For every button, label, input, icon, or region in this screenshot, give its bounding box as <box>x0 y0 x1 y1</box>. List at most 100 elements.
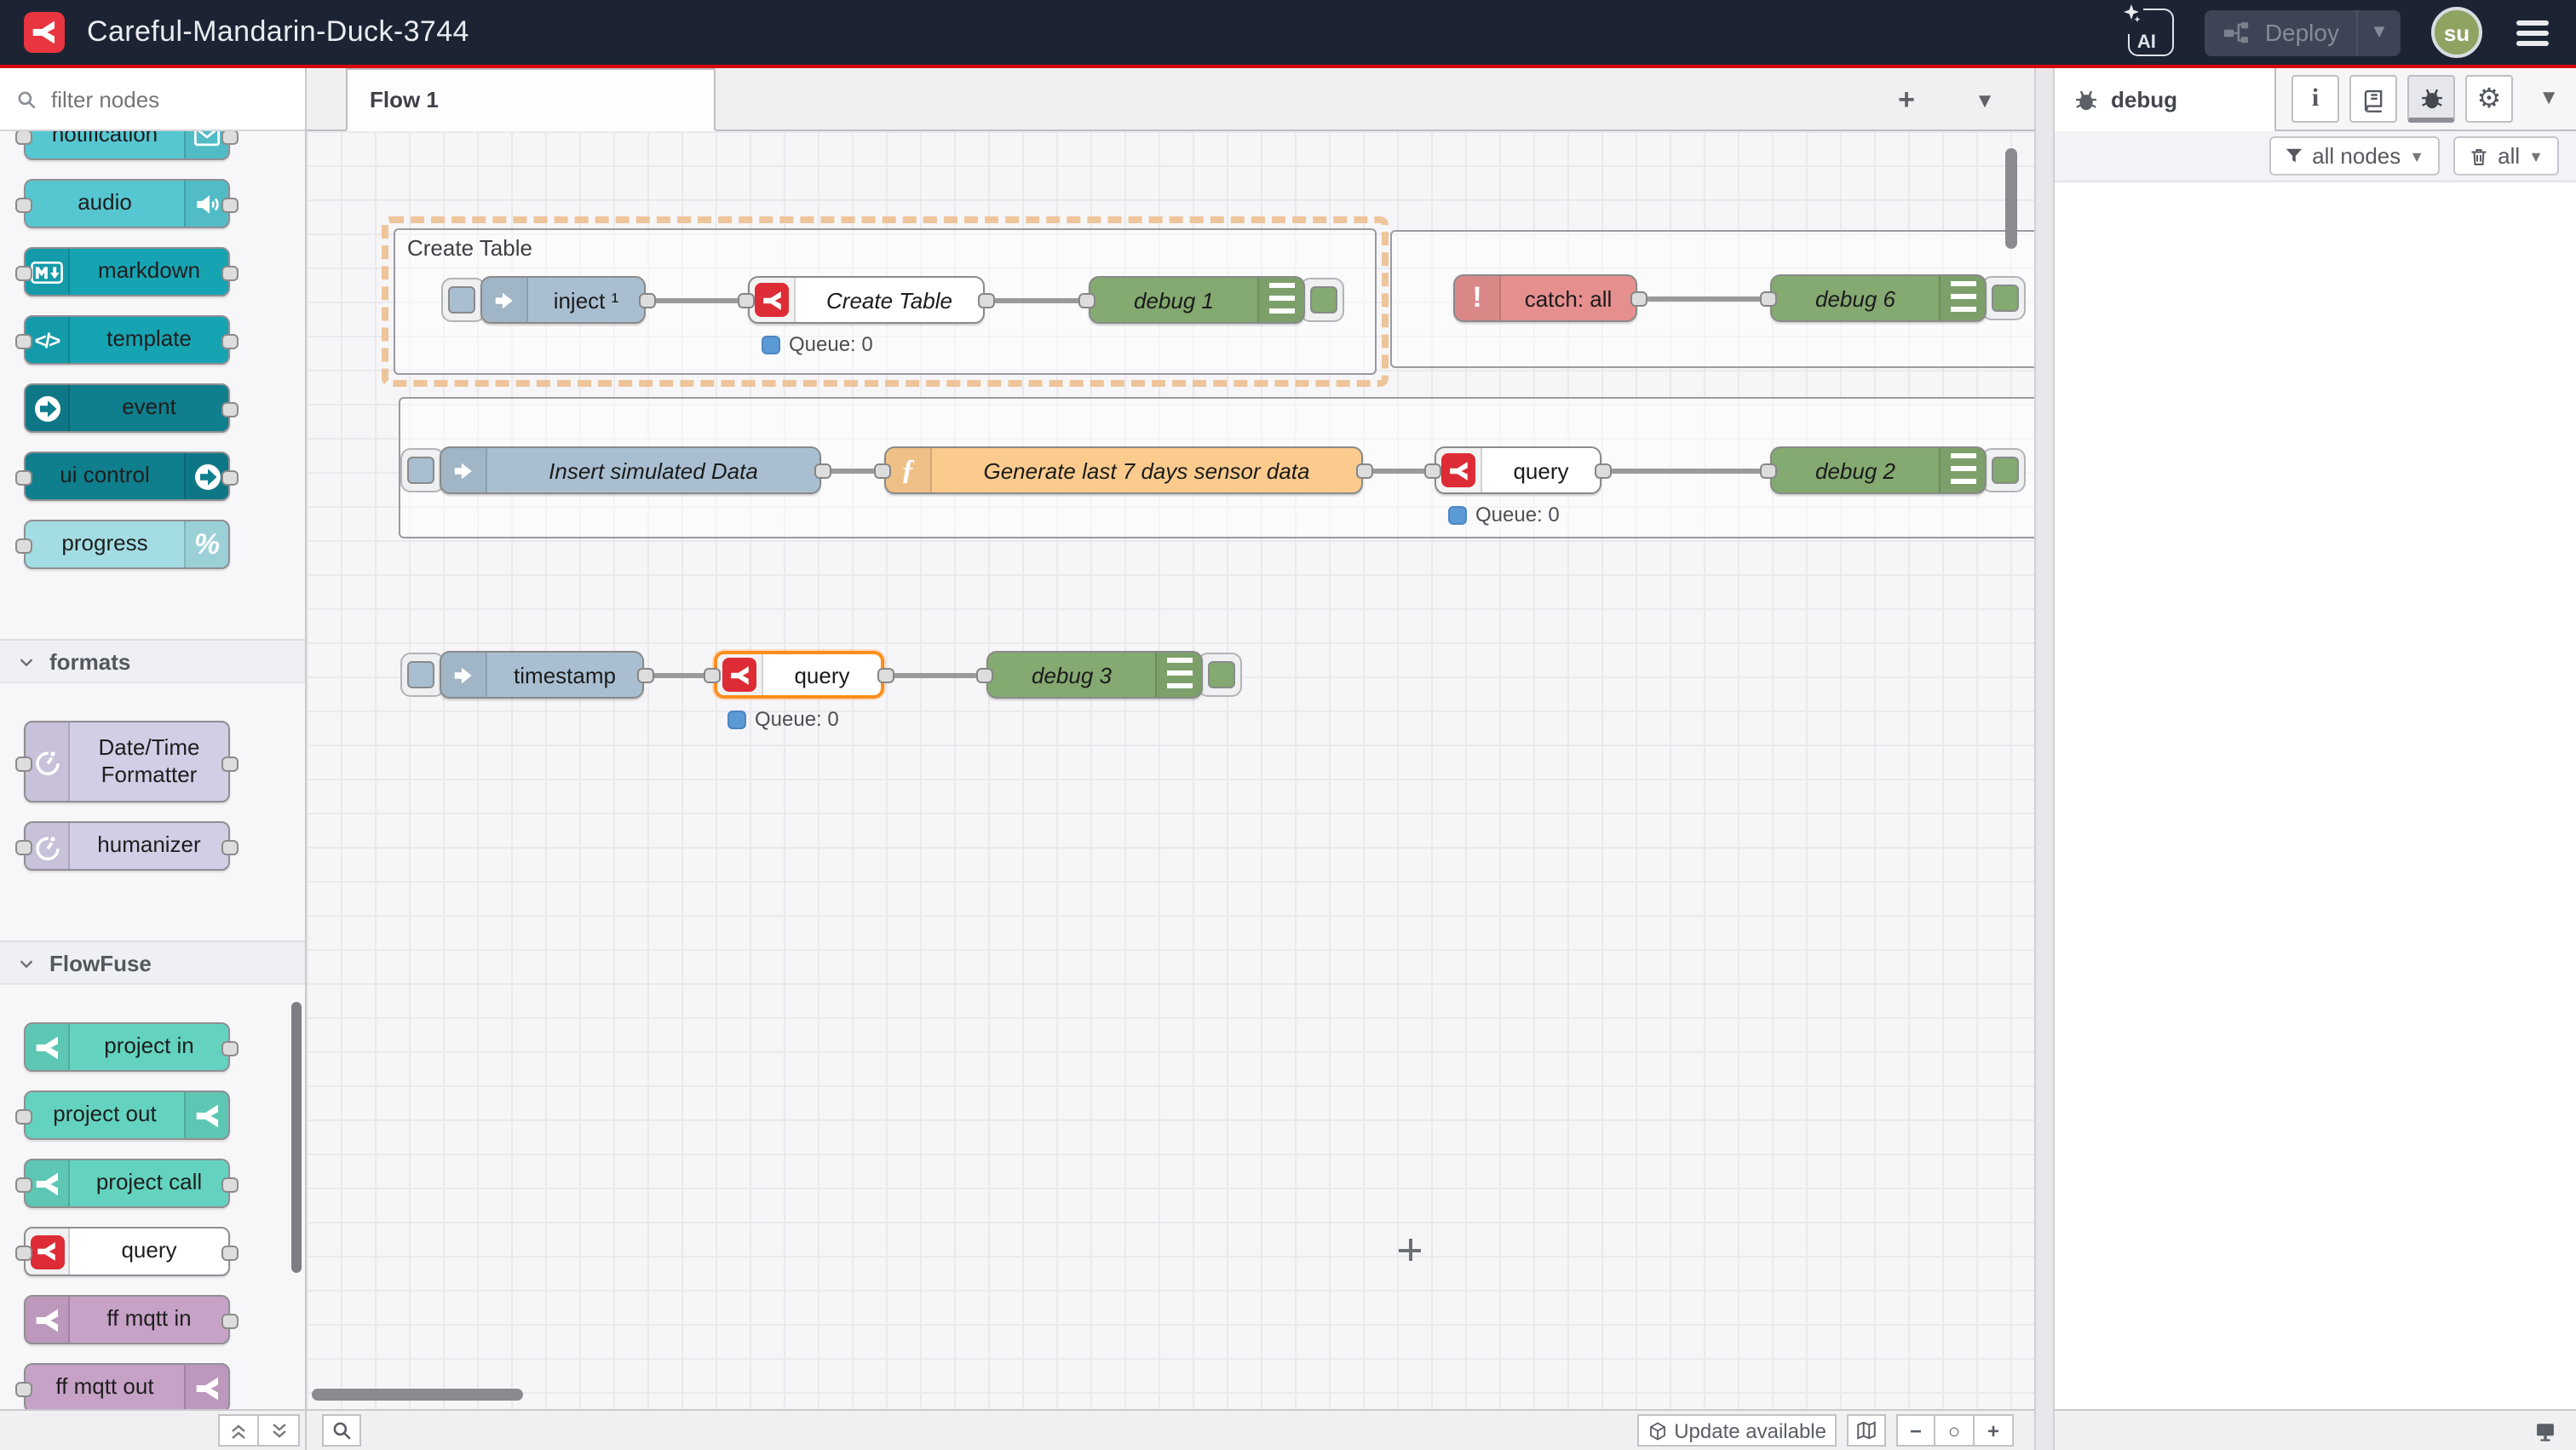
debug-toggle-button[interactable] <box>1208 661 1235 688</box>
node-query-2[interactable]: query <box>1435 446 1601 494</box>
zoom-out-button[interactable]: − <box>1896 1414 1935 1447</box>
inject-button[interactable] <box>407 457 434 484</box>
deploy-button[interactable]: Deploy ▼ <box>2205 9 2401 55</box>
debug-toggle-button[interactable] <box>1992 457 2019 484</box>
inject-button[interactable] <box>448 286 475 314</box>
port-output[interactable] <box>221 840 239 855</box>
port-output[interactable] <box>221 1177 239 1193</box>
palette-category-flowfuse[interactable]: FlowFuse <box>0 941 305 985</box>
wire[interactable] <box>1646 296 1762 301</box>
sidebar-tab-info[interactable]: i <box>2291 75 2339 123</box>
zoom-in-button[interactable]: + <box>1975 1414 2014 1447</box>
port-output[interactable] <box>221 266 239 281</box>
port-input[interactable] <box>874 463 891 478</box>
port-output[interactable] <box>221 1246 239 1261</box>
palette-filter-input[interactable] <box>48 84 266 113</box>
toggle-navigator-button[interactable] <box>1847 1414 1886 1447</box>
add-flow-button[interactable]: + <box>1884 80 1929 121</box>
port-input[interactable] <box>1424 463 1441 478</box>
sidebar-tab-debug-button[interactable] <box>2407 75 2455 123</box>
port-input[interactable] <box>15 198 32 213</box>
port-output[interactable] <box>221 470 239 486</box>
user-avatar[interactable]: su <box>2431 7 2482 58</box>
wire[interactable] <box>993 297 1080 302</box>
ai-assistant-button[interactable]: AI <box>2129 9 2175 56</box>
wire[interactable] <box>653 672 705 677</box>
palette-node-list[interactable]: notification audio markdown </>template even… <box>0 131 305 1409</box>
port-output[interactable] <box>221 198 239 213</box>
sidebar-tabs-caret[interactable]: ▼ <box>2539 85 2559 109</box>
palette-node-template[interactable]: </>template <box>24 315 230 365</box>
palette-node-ff-mqtt-out[interactable]: ff mqtt out <box>24 1363 230 1409</box>
wire[interactable] <box>654 297 739 302</box>
port-output[interactable] <box>221 131 239 145</box>
debug-clear-button[interactable]: all ▼ <box>2453 136 2559 175</box>
port-input[interactable] <box>15 756 32 771</box>
port-input[interactable] <box>15 1109 32 1125</box>
port-input[interactable] <box>704 667 721 682</box>
node-inject-1[interactable]: inject ¹ <box>480 276 646 324</box>
palette-node-project-in[interactable]: project in <box>24 1022 230 1072</box>
port-input[interactable] <box>15 840 32 855</box>
port-input[interactable] <box>1760 291 1777 306</box>
sidebar-tab-help[interactable] <box>2349 75 2397 123</box>
flow-canvas[interactable]: Create Table inject ¹ Create TableQueue:… <box>307 131 2034 1409</box>
palette-node-audio[interactable]: audio <box>24 179 230 228</box>
canvas-horizontal-scrollbar[interactable] <box>312 1389 523 1401</box>
port-output[interactable] <box>221 1314 239 1329</box>
debug-toggle-button[interactable] <box>1310 286 1337 314</box>
port-input[interactable] <box>15 1382 32 1397</box>
zoom-reset-button[interactable]: ○ <box>1935 1414 1975 1447</box>
port-output[interactable] <box>221 1041 239 1056</box>
port-output[interactable] <box>221 334 239 349</box>
sidebar-splitter[interactable] <box>2034 68 2055 1450</box>
palette-node-progress[interactable]: progress% <box>24 520 230 569</box>
canvas-vertical-scrollbar[interactable] <box>2005 148 2017 249</box>
wire[interactable] <box>830 468 876 473</box>
port-output[interactable] <box>1356 463 1373 478</box>
port-output[interactable] <box>1630 291 1647 306</box>
palette-category-formats[interactable]: formats <box>0 639 305 683</box>
tab-flow-1[interactable]: Flow 1 <box>346 68 716 131</box>
node-debug-1[interactable]: debug 1 <box>1089 276 1305 324</box>
node-timestamp[interactable]: timestamp <box>440 651 644 699</box>
palette-node-project-out[interactable]: project out <box>24 1090 230 1140</box>
node-debug-3[interactable]: debug 3 <box>986 651 1203 699</box>
update-available-button[interactable]: Update available <box>1636 1414 1837 1447</box>
canvas-search-button[interactable] <box>322 1414 361 1447</box>
port-output[interactable] <box>978 292 995 308</box>
port-output[interactable] <box>814 463 831 478</box>
palette-node-markdown[interactable]: markdown <box>24 247 230 296</box>
port-input[interactable] <box>1760 463 1777 478</box>
port-output[interactable] <box>639 292 656 308</box>
wire[interactable] <box>1610 468 1762 473</box>
palette-node-datetime-formatter[interactable]: Date/Time Formatter <box>24 721 230 803</box>
port-input[interactable] <box>976 667 993 682</box>
port-output[interactable] <box>221 402 239 417</box>
port-output[interactable] <box>637 667 654 682</box>
port-output[interactable] <box>221 756 239 771</box>
port-output[interactable] <box>1595 463 1612 478</box>
port-input[interactable] <box>15 131 32 145</box>
node-create-table[interactable]: Create Table <box>748 276 985 324</box>
node-debug-6[interactable]: debug 6 <box>1770 274 1987 322</box>
palette-node-event[interactable]: event <box>24 383 230 433</box>
port-input[interactable] <box>15 1246 32 1261</box>
palette-collapse-all-button[interactable] <box>218 1414 259 1447</box>
node-insert-simulated-data[interactable]: Insert simulated Data <box>440 446 821 494</box>
port-input[interactable] <box>1078 292 1095 308</box>
node-debug-2[interactable]: debug 2 <box>1770 446 1987 494</box>
flowfuse-logo-icon[interactable] <box>24 12 65 53</box>
port-input[interactable] <box>15 538 32 554</box>
palette-node-notification[interactable]: notification <box>24 131 230 160</box>
debug-toggle-button[interactable] <box>1992 285 2019 312</box>
flow-list-caret[interactable]: ▼ <box>1963 80 2007 121</box>
port-input[interactable] <box>738 292 755 308</box>
debug-filter-button[interactable]: all nodes ▼ <box>2269 136 2440 175</box>
palette-node-ui-control[interactable]: ui control <box>24 452 230 501</box>
node-query-3[interactable]: query <box>714 651 884 699</box>
port-input[interactable] <box>15 1177 32 1193</box>
port-input[interactable] <box>15 334 32 349</box>
port-input[interactable] <box>15 470 32 486</box>
port-input[interactable] <box>15 266 32 281</box>
